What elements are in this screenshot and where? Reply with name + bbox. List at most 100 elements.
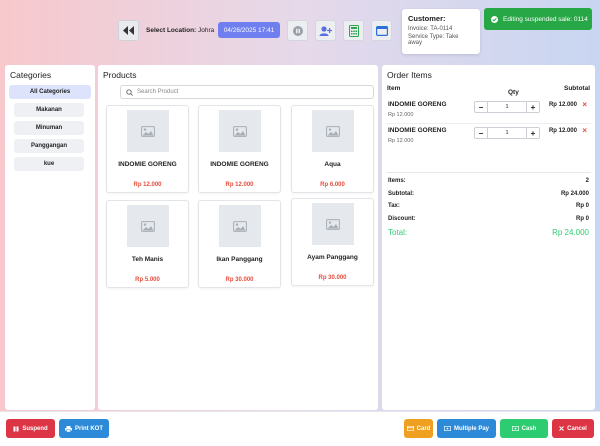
invoice-number: Invoice: TA-0114 — [408, 26, 453, 32]
action-bar: Suspend Print KOT Card Multiple Pay Cash… — [0, 411, 600, 446]
product-price: Rp 30.000 — [318, 275, 347, 281]
discount-label: Discount: — [388, 215, 416, 222]
grand-total-row: Total: Rp 24.000 — [386, 228, 591, 241]
card-label: Card — [416, 425, 431, 432]
col-item: Item — [387, 85, 401, 92]
close-icon — [559, 426, 565, 431]
decrease-qty-button[interactable]: − — [475, 128, 487, 138]
product-card[interactable]: Ayam Panggang Rp 30.000 — [291, 198, 374, 286]
order-item-price: Rp 12.000 — [388, 112, 414, 118]
col-qty: Qty — [508, 89, 519, 96]
tax-label: Tax: — [388, 203, 400, 209]
quantity-stepper: − 1 + — [474, 101, 540, 113]
products-panel: Products Search Product INDOMIE GORENG R… — [98, 65, 378, 410]
multiple-pay-button[interactable]: Multiple Pay — [437, 419, 496, 438]
product-card[interactable]: INDOMIE GORENG Rp 12.000 — [106, 105, 189, 193]
search-placeholder: Search Product — [137, 89, 179, 95]
product-card[interactable]: Aqua Rp 6.000 — [291, 105, 374, 193]
order-item-price: Rp 12.000 — [388, 138, 414, 144]
items-count-row: Items: 2 — [386, 178, 591, 191]
credit-card-icon — [406, 426, 414, 431]
pause-icon — [13, 426, 19, 432]
product-name: INDOMIE GORENG — [210, 161, 269, 168]
product-image — [312, 203, 354, 245]
order-table-header: Item Qty Subtotal — [386, 85, 591, 96]
pause-button[interactable] — [287, 20, 308, 41]
categories-panel: Categories All Categories Makanan Minuma… — [5, 65, 95, 410]
location-value: Johra — [198, 27, 215, 34]
image-placeholder-icon — [326, 218, 340, 230]
increase-qty-button[interactable]: + — [527, 102, 539, 112]
product-price: Rp 12.000 — [225, 182, 254, 188]
category-kue[interactable]: kue — [14, 157, 84, 171]
product-card[interactable]: Ikan Panggang Rp 30.000 — [198, 200, 281, 288]
search-input[interactable]: Search Product — [120, 85, 374, 99]
fast-backward-icon — [123, 26, 134, 35]
total-value: Rp 24.000 — [552, 228, 589, 237]
category-panggangan[interactable]: Panggangan — [14, 139, 84, 153]
top-bar: Select Location: Johra 04/26/2025 17:41 … — [0, 0, 600, 62]
toast-notification: Editing suspended sale: 0114 — [484, 8, 592, 30]
product-name: Teh Manis — [131, 256, 164, 263]
items-label: Items: — [388, 178, 406, 184]
decrease-qty-button[interactable]: − — [475, 102, 487, 112]
discount-value: Rp 0 — [575, 215, 589, 222]
printer-icon — [65, 425, 72, 432]
print-kot-label: Print KOT — [75, 425, 103, 432]
service-type: Service Type: Take away — [408, 34, 459, 46]
search-icon — [126, 88, 133, 96]
product-card[interactable]: INDOMIE GORENG Rp 12.000 — [198, 105, 281, 193]
product-price: Rp 5.000 — [135, 277, 160, 283]
order-item-subtotal: Rp 12.000 — [548, 128, 577, 134]
product-price: Rp 6.000 — [320, 182, 345, 188]
subtotal-value: Rp 24.000 — [560, 190, 589, 197]
suspend-button[interactable]: Suspend — [6, 419, 55, 438]
customer-card: Customer: Invoice: TA-0114 Service Type:… — [402, 9, 480, 54]
product-card[interactable]: Teh Manis Rp 5.000 — [106, 200, 189, 288]
order-row: INDOMIE GORENG Rp 12.000 − 1 + Rp 12.000… — [386, 98, 591, 124]
window-button[interactable] — [371, 20, 392, 41]
image-placeholder-icon — [233, 220, 247, 232]
product-image — [312, 110, 354, 152]
quantity-input[interactable]: 1 — [487, 128, 527, 138]
product-name: Aqua — [324, 161, 341, 168]
product-price: Rp 12.000 — [133, 182, 162, 188]
tax-value: Rp 0 — [575, 203, 589, 209]
product-name: Ikan Panggang — [216, 256, 263, 263]
location-selector[interactable]: Select Location: Johra — [146, 27, 214, 34]
tax-row: Tax: Rp 0 — [386, 203, 591, 216]
window-icon — [375, 25, 388, 36]
product-image — [127, 205, 169, 247]
category-minuman[interactable]: Minuman — [14, 121, 84, 135]
image-placeholder-icon — [141, 125, 155, 137]
total-label: Total: — [388, 228, 408, 237]
datetime-button[interactable]: 04/26/2025 17:41 — [218, 22, 280, 38]
remove-item-icon[interactable]: × — [582, 126, 587, 135]
product-name: INDOMIE GORENG — [118, 161, 177, 168]
print-kot-button[interactable]: Print KOT — [59, 419, 109, 438]
cash-label: Cash — [521, 425, 537, 432]
cash-button[interactable]: Cash — [500, 419, 548, 438]
back-button[interactable] — [118, 20, 139, 41]
product-price: Rp 30.000 — [225, 277, 254, 283]
category-all[interactable]: All Categories — [9, 85, 91, 99]
image-placeholder-icon — [326, 125, 340, 137]
subtotal-row: Subtotal: Rp 24.000 — [386, 191, 591, 204]
calculator-button[interactable] — [343, 20, 364, 41]
card-button[interactable]: Card — [404, 419, 433, 438]
increase-qty-button[interactable]: + — [527, 128, 539, 138]
category-makanan[interactable]: Makanan — [14, 103, 84, 117]
quantity-input[interactable]: 1 — [487, 102, 527, 112]
product-image — [219, 110, 261, 152]
product-image — [127, 110, 169, 152]
products-title: Products — [103, 70, 137, 80]
subtotal-label: Subtotal: — [388, 190, 414, 197]
remove-item-icon[interactable]: × — [582, 100, 587, 109]
location-label: Select Location: — [146, 27, 197, 34]
user-plus-icon — [319, 25, 332, 36]
order-title: Order Items — [387, 70, 432, 80]
cancel-button[interactable]: Cancel — [552, 419, 594, 438]
quantity-stepper: − 1 + — [474, 127, 540, 139]
image-placeholder-icon — [141, 220, 155, 232]
add-customer-button[interactable] — [315, 20, 336, 41]
